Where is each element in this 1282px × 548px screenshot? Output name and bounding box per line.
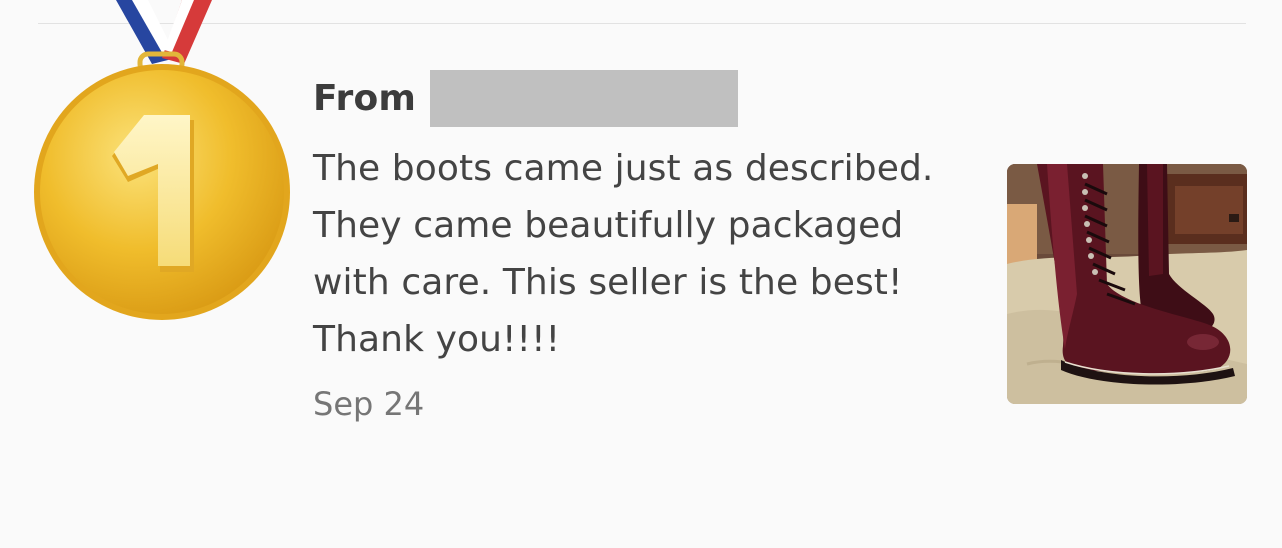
first-place-medal-icon: 1 xyxy=(34,0,290,320)
review-photo-thumbnail[interactable] xyxy=(1007,164,1247,404)
review-text: The boots came just as described. They c… xyxy=(313,148,934,360)
review-content: From The boots came just as described. T… xyxy=(313,70,973,423)
review-header: From xyxy=(313,70,973,127)
from-label: From xyxy=(313,78,417,119)
reviewer-name-redacted xyxy=(430,70,739,127)
review-date: Sep 24 xyxy=(313,385,425,423)
boots-photo xyxy=(1007,164,1247,404)
